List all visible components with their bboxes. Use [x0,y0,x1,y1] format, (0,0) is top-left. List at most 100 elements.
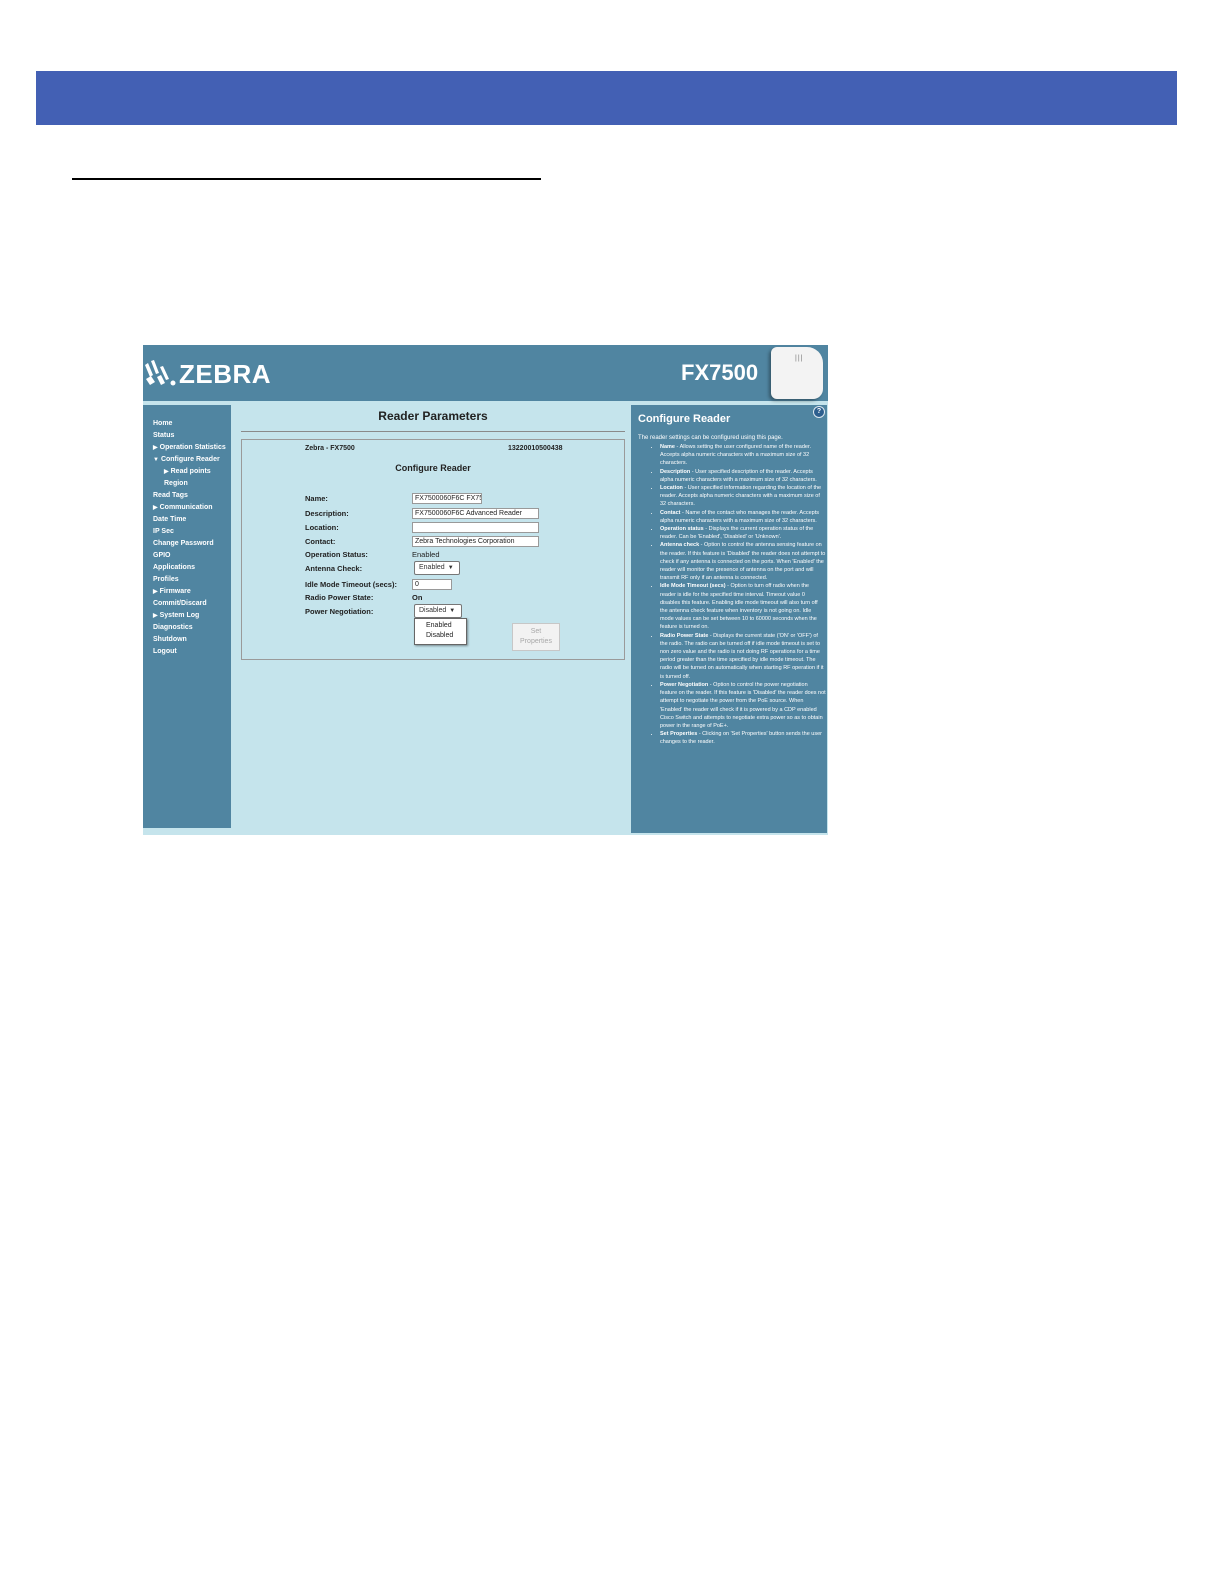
sidebar-item-label: Applications [153,564,196,571]
sidebar-item-home[interactable]: Home [153,420,172,427]
help-item: Name - Allows setting the user configure… [660,443,826,468]
sidebar-item-label: Shutdown [153,636,187,643]
sidebar-item-operation-statistics[interactable]: ▶ Operation Statistics [153,444,226,451]
sidebar-item-label: System Log [159,612,200,619]
sidebar-nav: Home Status ▶ Operation Statistics ▼ Configur… [143,405,231,828]
sidebar-item-label: Operation Statistics [159,444,226,451]
sidebar-item-label: Firmware [159,588,191,595]
power-negotiation-label: Power Negotiation: [305,607,374,616]
help-item-text: - Allows setting the user configured nam… [660,444,812,467]
contact-input[interactable]: Zebra Technologies Corporation [412,536,539,547]
sidebar-item-label: Home [153,420,173,427]
idle-timeout-label: Idle Mode Timeout (secs): [305,580,397,589]
sidebar-item-firmware[interactable]: ▶ Firmware [153,588,191,595]
sidebar-item-commit-discard[interactable]: Commit/Discard [153,600,207,607]
help-item-text: - Option to turn off radio when the read… [660,583,818,631]
sidebar-item-label: GPIO [153,552,171,559]
sidebar-item-applications[interactable]: Applications [153,564,195,571]
sidebar-item-label: Commit/Discard [153,600,207,607]
help-item: Operation status - Displays the current … [660,525,826,541]
help-item-term: Contact [660,509,681,516]
help-item-term: Antenna check [660,542,700,549]
help-title: Configure Reader [638,413,731,425]
help-item-term: Radio Power State [660,632,709,639]
operation-status-value: Enabled [412,550,440,559]
description-input[interactable]: FX7500060F6C Advanced Reader [412,508,539,519]
sidebar-item-communication[interactable]: ▶ Communication [153,504,213,511]
sidebar-item-ip-sec[interactable]: IP Sec [153,528,174,535]
zebra-logo: ZEBRA [143,359,271,389]
help-icon[interactable]: ? [813,406,825,418]
device-leds: ||| [795,355,804,362]
option-enabled[interactable]: Enabled [426,622,452,629]
sidebar-item-label: Communication [159,504,213,511]
set-properties-label-line1: Set [530,628,542,635]
radio-power-label: Radio Power State: [305,593,374,602]
operation-status-label: Operation Status: [305,550,368,559]
chevron-down-icon: ▼ [449,608,456,614]
set-properties-button[interactable]: Set Properties [512,623,560,651]
sidebar-item-change-password[interactable]: Change Password [153,540,214,547]
caret-right-icon: ▶ [153,589,158,595]
reader-web-console-screenshot: ZEBRA FX7500 ||| Home Status ▶ Operation St… [143,345,828,835]
sidebar-item-logout[interactable]: Logout [153,648,177,655]
chevron-down-icon: ▼ [447,565,454,571]
section-title: Configure Reader [395,463,471,473]
sidebar-item-label: Region [164,480,188,487]
sidebar-item-diagnostics[interactable]: Diagnostics [153,624,193,631]
sidebar-item-label: Profiles [153,576,179,583]
caret-right-icon: ▶ [153,505,158,511]
top-banner: ZEBRA FX7500 ||| [143,345,828,401]
sidebar-item-label: IP Sec [153,528,174,535]
document-header-banner [36,71,1177,125]
sidebar-item-gpio[interactable]: GPIO [153,552,171,559]
sidebar-item-read-points[interactable]: ▶ Read points [164,468,211,475]
page-title: Reader Parameters [378,409,488,423]
help-item: Set Properties - Clicking on 'Set Proper… [660,730,826,746]
help-item-term: Set Properties [660,731,698,738]
help-item: Idle Mode Timeout (secs) - Option to tur… [660,582,826,631]
help-item-term: Idle Mode Timeout (secs) [660,583,726,590]
sidebar-item-label: Change Password [153,540,214,547]
option-disabled[interactable]: Disabled [426,632,453,639]
help-item: Radio Power State - Displays the current… [660,632,826,681]
help-panel: ? Configure Reader The reader settings c… [631,405,827,833]
power-negotiation-options: Enabled Disabled [414,618,467,645]
help-item-term: Name [660,444,675,450]
idle-timeout-input[interactable]: 0 [412,579,452,590]
sidebar-item-shutdown[interactable]: Shutdown [153,636,187,643]
sidebar-item-region[interactable]: Region [164,480,188,487]
sidebar-item-read-tags[interactable]: Read Tags [153,492,188,499]
sidebar-item-label: Logout [153,648,177,655]
sidebar-item-status[interactable]: Status [153,432,174,439]
sidebar-item-profiles[interactable]: Profiles [153,576,179,583]
help-intro: The reader settings can be configured us… [638,435,783,441]
help-item-text: - Name of the contact who manages the re… [660,509,819,524]
sidebar-item-date-time[interactable]: Date Time [153,516,186,523]
antenna-check-select[interactable]: Enabled ▼ [414,561,460,575]
name-input[interactable]: FX7500060F6C FX75 [412,493,482,504]
contact-label: Contact: [305,537,336,546]
help-item-term: Power Negotiation [660,681,709,688]
antenna-check-label: Antenna Check: [305,564,363,573]
help-item-term: Operation status [660,526,704,533]
sidebar-item-configure-reader[interactable]: ▼ Configure Reader [153,456,220,463]
help-item-term: Location [660,485,683,492]
brand-name: ZEBRA [179,358,272,389]
help-item: Power Negotiation - Option to control th… [660,681,826,730]
sidebar-item-label: Diagnostics [153,624,193,631]
sidebar-item-system-log[interactable]: ▶ System Log [153,612,199,619]
caret-right-icon: ▶ [153,613,158,619]
zebra-head-icon [145,360,176,386]
help-item: Contact - Name of the contact who manage… [660,509,826,525]
help-item-term: Description [660,468,691,475]
help-item-text: - User specified information regarding t… [660,485,822,508]
power-negotiation-select[interactable]: Disabled ▼ [414,604,462,618]
help-list: Name - Allows setting the user configure… [638,443,826,747]
sidebar-item-label: Status [153,432,175,439]
location-input[interactable] [412,522,539,533]
help-item: Antenna check - Option to control the an… [660,541,826,582]
help-item: Location - User specified information re… [660,484,826,509]
reader-device-image: ||| [771,347,823,399]
help-item-text: - Displays the current state ('ON' or 'O… [660,632,824,680]
